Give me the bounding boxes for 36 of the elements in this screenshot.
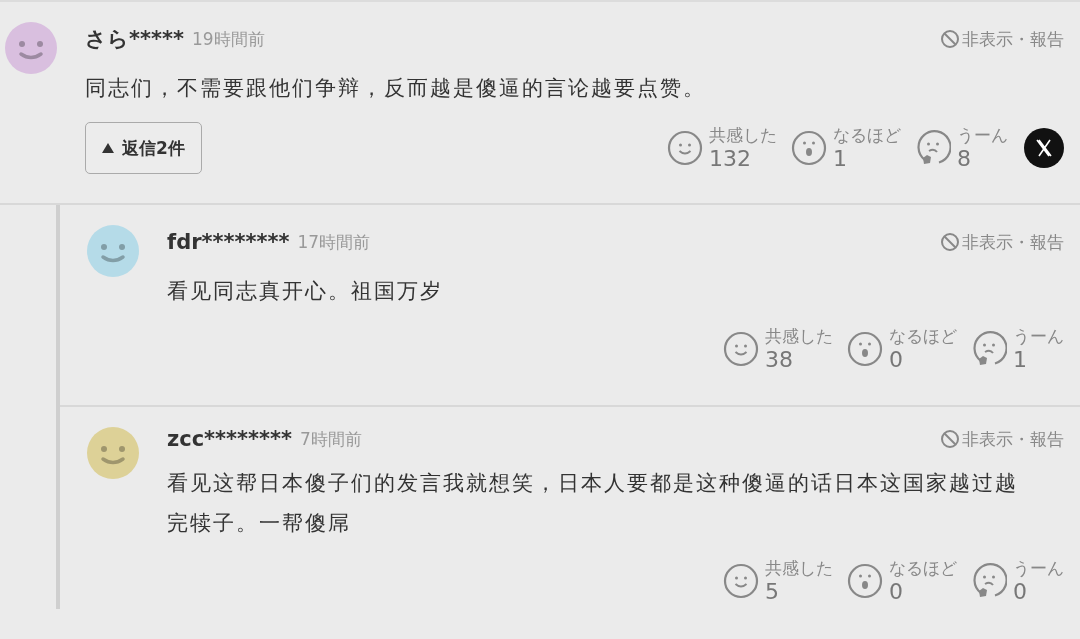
surprised-face-icon [847, 563, 883, 599]
hide-icon [940, 29, 960, 49]
post-time: 17時間前 [297, 230, 371, 254]
thinking-face-icon [971, 563, 1007, 599]
hide-report-link[interactable]: 非表示・報告 [962, 427, 1064, 451]
reaction-button[interactable]: うーん 1 [971, 325, 1064, 373]
user-name[interactable]: さら***** [85, 25, 184, 53]
reaction-button[interactable]: なるほど 0 [847, 557, 957, 605]
caret-icon [102, 143, 114, 153]
post-time: 7時間前 [300, 427, 362, 451]
reaction-button[interactable]: なるほど 0 [847, 325, 957, 373]
surprised-face-icon [847, 331, 883, 367]
hide-icon [940, 429, 960, 449]
user-name[interactable]: zcc******** [167, 427, 292, 451]
x-share-button[interactable] [1024, 128, 1064, 168]
reaction-button[interactable]: 共感した 38 [723, 325, 833, 373]
comment-text: 看见同志真开心。祖国万岁 [167, 278, 444, 305]
thinking-face-icon [971, 331, 1007, 367]
reaction-button[interactable]: 共感した 132 [667, 124, 777, 172]
thinking-face-icon [915, 130, 951, 166]
reaction-button[interactable]: うーん 0 [971, 557, 1064, 605]
surprised-face-icon [791, 130, 827, 166]
replies-toggle-button[interactable]: 返信2件 [85, 122, 202, 174]
hide-report-link[interactable]: 非表示・報告 [962, 230, 1064, 254]
hide-report-link[interactable]: 非表示・報告 [962, 27, 1064, 51]
reaction-button[interactable]: なるほど 1 [791, 124, 901, 172]
comment-text: 看见这帮日本傻子们的发言我就想笑，日本人要都是这种傻逼的话日本这国家越过越完犊子。一帮傻屌 [167, 470, 1019, 537]
comment-text: 同志们，不需要跟他们争辩，反而越是傻逼的言论越要点赞。 [85, 75, 707, 102]
smile-icon [667, 130, 703, 166]
smile-icon [723, 331, 759, 367]
smile-icon [723, 563, 759, 599]
post-time: 19時間前 [191, 27, 265, 51]
hide-icon [940, 232, 960, 252]
reaction-button[interactable]: うーん 8 [915, 124, 1008, 172]
reaction-button[interactable]: 共感した 5 [723, 557, 833, 605]
user-name[interactable]: fdr******** [167, 230, 290, 254]
